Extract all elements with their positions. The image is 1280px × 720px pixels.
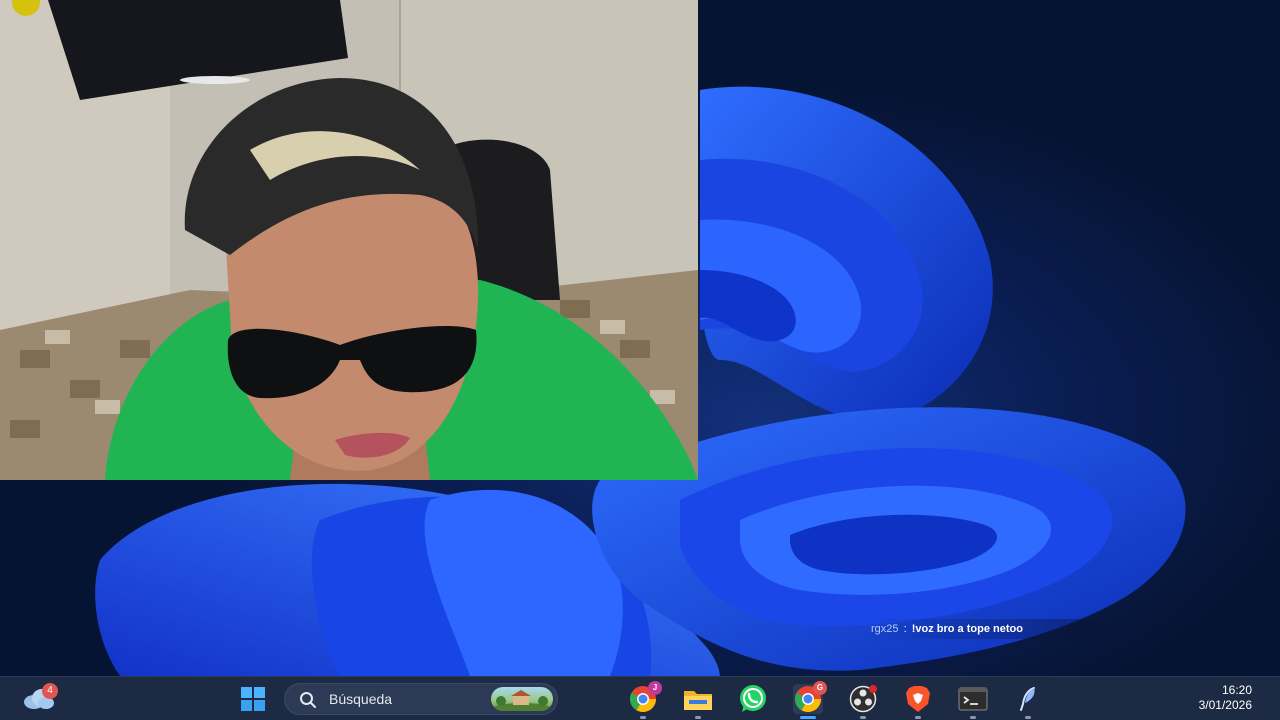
app-running-indicator [860,716,866,719]
app-running-indicator [915,716,921,719]
taskbar-app-chrome-profile[interactable]: J [628,681,662,719]
search-highlight-image[interactable] [491,687,553,711]
terminal-icon [958,687,988,711]
taskbar-app-obs[interactable] [848,684,878,719]
clock-time: 16:20 [1221,683,1252,697]
brave-icon [906,686,930,712]
windows-start-icon [241,687,265,711]
clock-date: 3/01/2026 [1198,698,1252,712]
search-input[interactable] [329,684,469,714]
weather-widget[interactable]: 4 [22,683,58,713]
feather-icon [1020,687,1035,711]
start-button[interactable] [238,684,268,714]
system-clock[interactable]: 16:20 3/01/2026 [1172,683,1252,713]
app-running-indicator [695,716,701,719]
folder-icon [684,691,712,710]
webcam-overlay [0,0,698,480]
taskbar-app-brave[interactable] [903,684,933,719]
taskbar-app-feather[interactable] [1013,684,1043,719]
chat-message: rgx25 : !voz bro a tope netoo [866,619,1130,639]
chat-username: rgx25 [871,623,899,635]
chat-separator: : [903,623,907,635]
taskbar-app-chrome[interactable]: G [793,681,827,719]
taskbar-app-whatsapp[interactable] [738,684,768,714]
chrome-badge: G [813,681,827,695]
app-running-indicator [640,716,646,719]
taskbar-app-terminal[interactable] [958,684,988,719]
app-running-indicator [970,716,976,719]
weather-badge: 4 [42,683,58,699]
taskbar: 4 Búsqueda J G 16:20 3/01/2026 [0,676,1280,720]
chrome-profile-badge: J [648,681,662,695]
taskbar-search[interactable] [284,683,558,715]
whatsapp-icon [740,685,766,712]
taskbar-app-file-explorer[interactable] [683,684,713,719]
app-active-indicator [800,716,816,719]
search-icon [300,692,316,708]
chat-message-text: !voz bro a tope netoo [911,623,1023,635]
webcam-feed-image [0,0,698,480]
search-highlight-art-icon [492,690,552,711]
obs-icon [849,685,877,713]
app-running-indicator [1025,716,1031,719]
